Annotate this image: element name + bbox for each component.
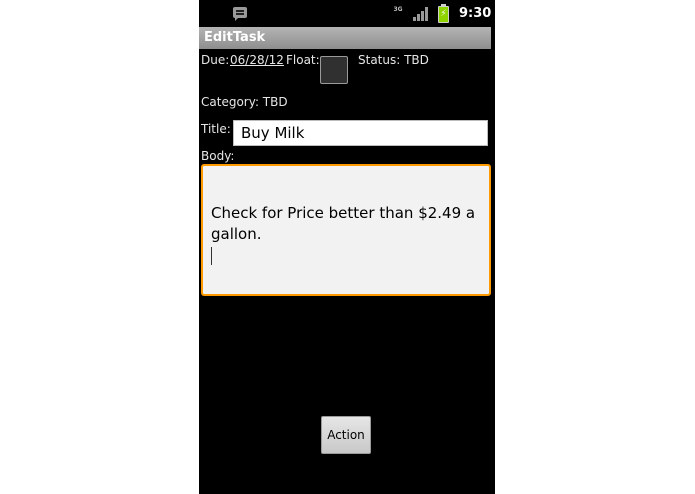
signal-icon (413, 7, 429, 21)
float-checkbox[interactable] (320, 56, 348, 84)
title-input[interactable]: Buy Milk (233, 120, 488, 146)
status-time: 9:30 (459, 6, 492, 21)
category-label: Category: TBD (201, 95, 288, 109)
phone-screen: 3G 9:30 EditTask Due: 06/28/12 Float: St… (199, 0, 495, 494)
app-title-bar: EditTask (199, 27, 491, 49)
network-3g-icon: 3G (393, 6, 403, 13)
message-icon (233, 7, 247, 21)
battery-charging-icon (438, 4, 449, 23)
text-cursor (211, 247, 212, 265)
status-label: Status: TBD (358, 53, 429, 67)
due-date-link[interactable]: 06/28/12 (230, 53, 284, 67)
float-label: Float: (286, 53, 320, 67)
due-label: Due: (201, 53, 230, 67)
title-label: Title: (201, 122, 231, 136)
body-label: Body: (201, 149, 235, 163)
action-button[interactable]: Action (321, 416, 371, 454)
app-title: EditTask (204, 30, 266, 45)
body-text: Check for Price better than $2.49 a gall… (211, 204, 476, 243)
status-bar: 3G 9:30 (199, 0, 495, 27)
body-textarea[interactable]: Check for Price better than $2.49 a gall… (201, 164, 491, 296)
